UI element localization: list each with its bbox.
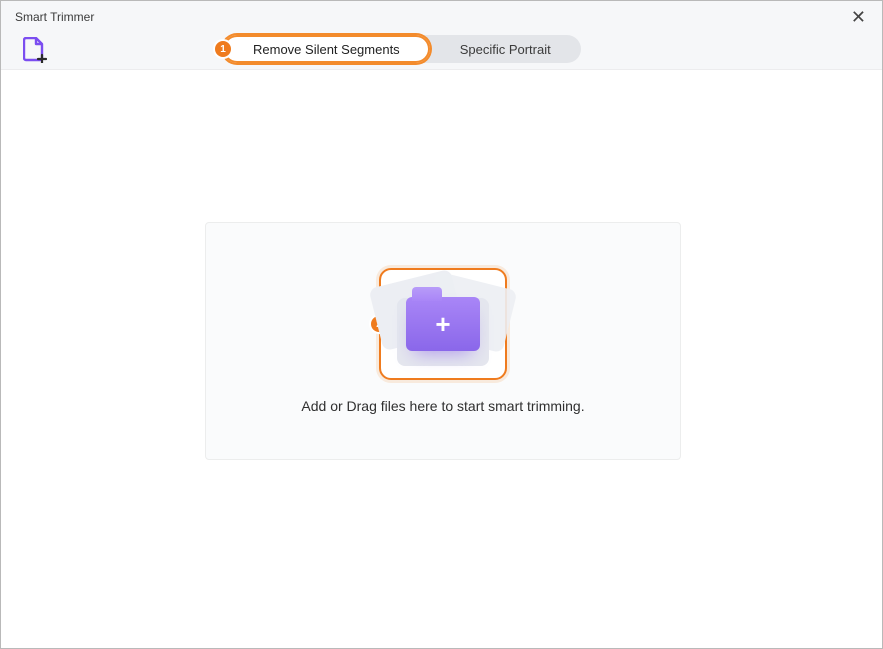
close-icon[interactable]: ✕ xyxy=(845,6,872,28)
toolbar: 1 Remove Silent Segments Specific Portra… xyxy=(1,29,882,70)
titlebar: Smart Trimmer ✕ xyxy=(1,1,882,29)
tab-label-remove-silent: Remove Silent Segments xyxy=(253,42,400,57)
tab-remove-silent-segments[interactable]: 1 Remove Silent Segments xyxy=(223,35,430,63)
folder-add-icon: + xyxy=(406,297,480,351)
dropzone-instruction: Add or Drag files here to start smart tr… xyxy=(301,398,584,414)
window-title: Smart Trimmer xyxy=(15,10,94,24)
plus-icon: + xyxy=(406,297,480,351)
add-file-icon[interactable] xyxy=(23,37,45,61)
mode-segmented-control: 1 Remove Silent Segments Specific Portra… xyxy=(223,35,581,63)
step-badge-1: 1 xyxy=(215,41,231,57)
dropzone-illustration: + xyxy=(381,270,505,378)
main-area: 2 + Add or Drag files here to start smar… xyxy=(1,70,882,648)
tab-specific-portrait[interactable]: Specific Portrait xyxy=(430,35,581,63)
tab-label-specific-portrait: Specific Portrait xyxy=(460,42,551,57)
dropzone[interactable]: 2 + Add or Drag files here to start smar… xyxy=(205,222,681,460)
add-files-button[interactable]: 2 + xyxy=(379,268,507,380)
